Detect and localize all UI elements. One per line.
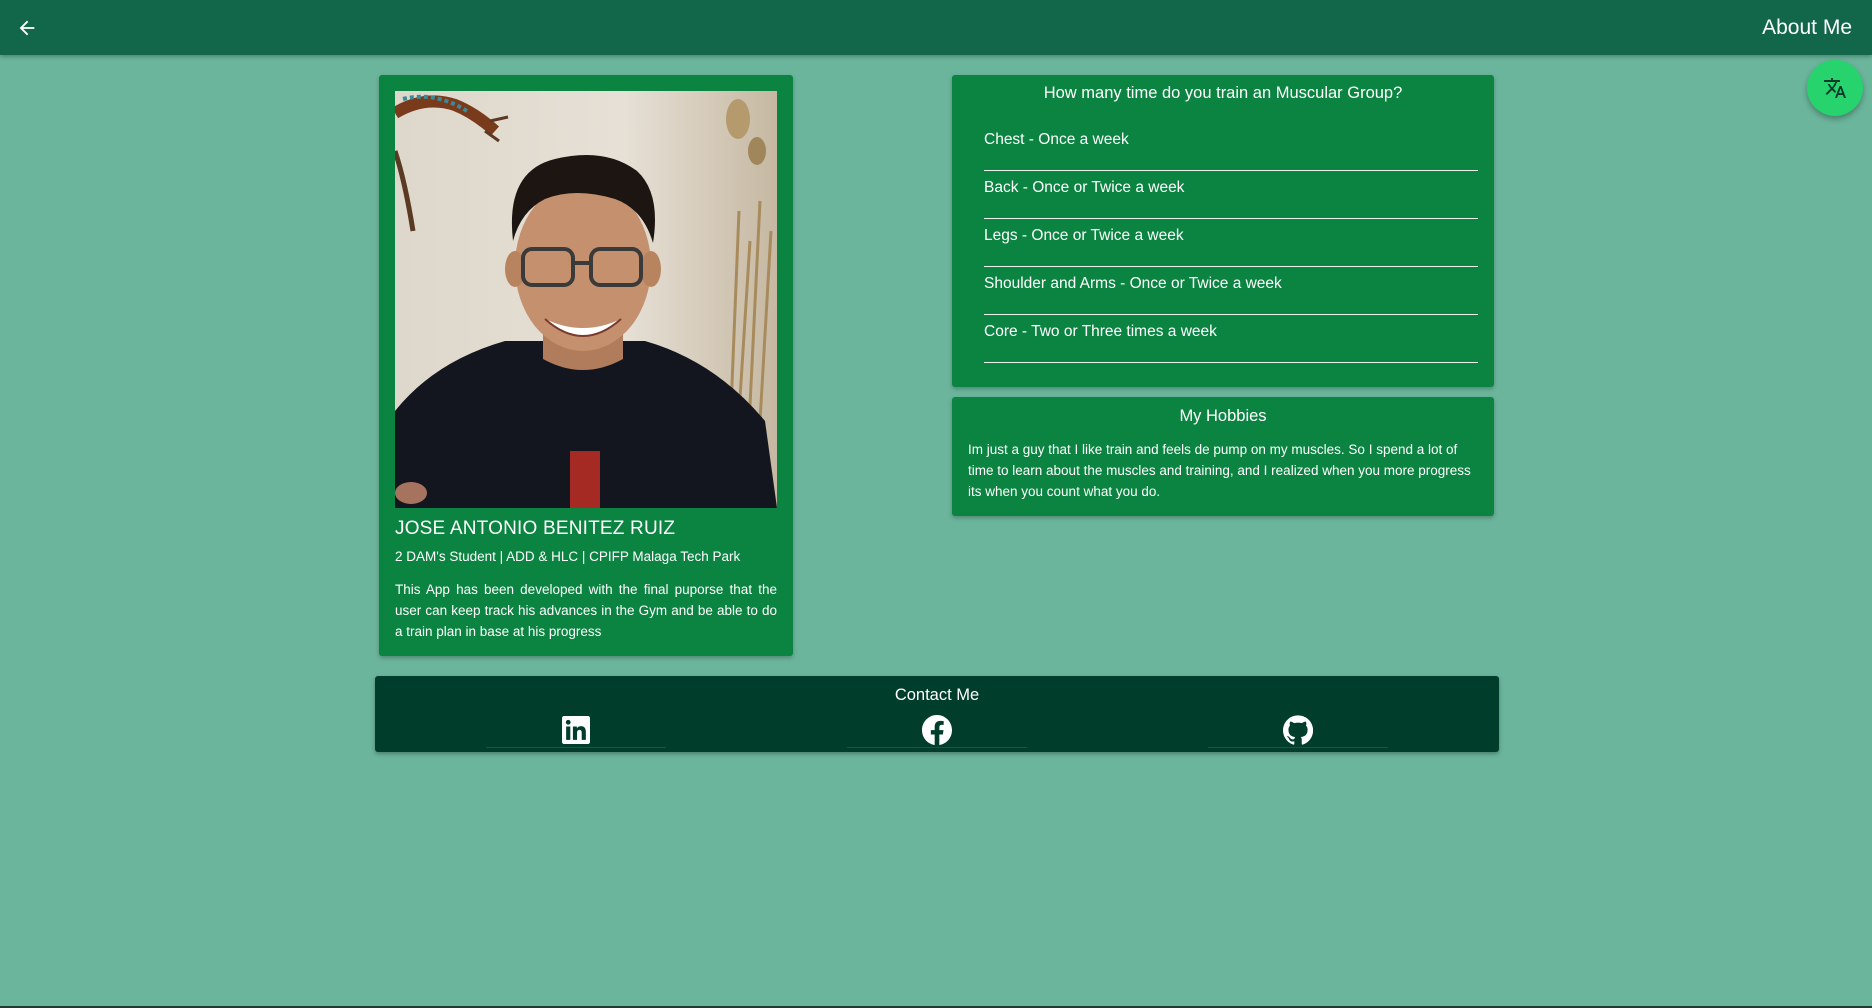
top-app-bar: About Me <box>0 0 1872 55</box>
facebook-button[interactable] <box>847 712 1027 748</box>
translate-button[interactable] <box>1807 60 1863 116</box>
hobbies-title: My Hobbies <box>1179 407 1267 425</box>
profile-card: JOSE ANTONIO BENITEZ RUIZ 2 DAM's Studen… <box>379 75 793 656</box>
training-list: Chest - Once a week Back - Once or Twice… <box>968 123 1478 363</box>
profile-description: This App has been developed with the fin… <box>395 582 777 639</box>
list-item: Chest - Once a week <box>984 123 1478 171</box>
back-button[interactable] <box>12 13 42 43</box>
profile-subtitle: 2 DAM's Student | ADD & HLC | CPIFP Mala… <box>395 549 741 564</box>
list-item: Shoulder and Arms - Once or Twice a week <box>984 267 1478 315</box>
page-title: About Me <box>1762 15 1852 39</box>
contact-section: Contact Me <box>375 676 1499 752</box>
contact-title: Contact Me <box>894 686 980 704</box>
list-item: Core - Two or Three times a week <box>984 315 1478 363</box>
linkedin-button[interactable] <box>486 712 666 748</box>
profile-name: JOSE ANTONIO BENITEZ RUIZ <box>395 518 676 539</box>
translate-icon <box>1824 78 1846 98</box>
list-item: Back - Once or Twice a week <box>984 171 1478 219</box>
linkedin-icon <box>562 715 590 744</box>
github-icon <box>1283 714 1313 745</box>
profile-photo <box>395 91 777 508</box>
hobbies-text: Im just a guy that I like train and feel… <box>968 442 1471 499</box>
facebook-icon <box>922 714 952 745</box>
training-card-title: How many time do you train an Muscular G… <box>1043 84 1403 102</box>
github-button[interactable] <box>1208 712 1388 748</box>
arrow-left-icon <box>19 20 35 35</box>
training-frequency-card: How many time do you train an Muscular G… <box>952 75 1494 387</box>
list-item: Legs - Once or Twice a week <box>984 219 1478 267</box>
hobbies-card: My Hobbies Im just a guy that I like tra… <box>952 397 1494 516</box>
